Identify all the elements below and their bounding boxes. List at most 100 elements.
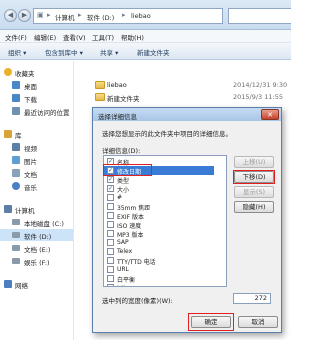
address-separator: ▸ (47, 11, 51, 19)
menu-file[interactable]: 文件(F) (5, 32, 27, 42)
network-icon (4, 280, 12, 288)
list-item[interactable]: ✓ 类型 (104, 175, 214, 185)
sidebar-item-downloads[interactable]: 下载 (0, 92, 73, 104)
choose-details-dialog: 选择详细信息 ✕ 选择您想显示的此文件夹中项目的详细信息。 详细信息(D): ✓… (92, 107, 282, 333)
list-item[interactable]: 白平衡 (104, 274, 214, 284)
file-name: 新建文件夹 (107, 95, 140, 103)
list-item[interactable]: MP3 版本 (104, 229, 214, 239)
annotation-move-down-box (233, 170, 275, 184)
menu-bar: 文件(F) 编辑(E) 查看(V) 工具(T) 帮助(H) (0, 30, 291, 43)
checkbox[interactable]: ✓ (107, 185, 114, 192)
sidebar-item-label: 最近访问的位置 (24, 109, 70, 117)
list-item-label: 版权 (117, 284, 129, 286)
picture-icon (12, 156, 20, 164)
checkbox[interactable] (107, 266, 114, 273)
sidebar-item-recent-places[interactable]: 最近访问的位置 (0, 105, 73, 117)
breadcrumb-computer[interactable]: 计算机 (55, 12, 75, 22)
list-item-label: Telex (117, 248, 133, 255)
sidebar-item-favorites[interactable]: 收藏夹 (0, 66, 73, 78)
column-width-label: 选中列的宽度(像素)(W): (102, 297, 173, 305)
dialog-title: 选择详细信息 (98, 113, 137, 121)
list-item[interactable]: # (104, 193, 214, 202)
checkbox[interactable] (107, 248, 114, 255)
list-item[interactable]: 新建文件夹 2015/9/3 11:55 (95, 92, 291, 103)
address-input[interactable]: ▣ ▸ 计算机 ▸ 软件 (D:) ▸ liebao (33, 8, 223, 24)
file-date: 2015/9/3 11:55 (233, 93, 283, 101)
list-item[interactable]: ✓ 大小 (104, 184, 214, 194)
recent-places-icon (12, 107, 20, 115)
include-in-library-button[interactable]: 包含到库中 ▾ (45, 47, 83, 57)
list-item[interactable]: SAP (104, 238, 214, 247)
folder-icon (95, 93, 105, 101)
menu-edit[interactable]: 编辑(E) (34, 32, 56, 42)
drive-icon (12, 245, 20, 251)
checkbox[interactable] (107, 194, 114, 201)
file-date: 2014/12/31 9:30 (233, 81, 288, 89)
sidebar-item-label: 本地磁盘 (C:) (24, 220, 64, 228)
sidebar-item-label: 下载 (24, 96, 37, 104)
cancel-button[interactable]: 取消 (238, 316, 278, 328)
sidebar-item-drive-c[interactable]: 本地磁盘 (C:) (0, 216, 73, 228)
list-item-label: URL (117, 266, 129, 273)
annotation-highlight-box (103, 164, 152, 176)
drive-icon (12, 219, 20, 225)
checkbox[interactable] (107, 257, 114, 264)
sidebar-item-libraries[interactable]: 库 (0, 128, 73, 140)
sidebar-item-drive-f[interactable]: 娱乐 (F:) (0, 255, 73, 267)
list-item[interactable]: 35mm 焦距 (104, 202, 214, 212)
hide-button[interactable]: 隐藏(H) (234, 201, 274, 213)
breadcrumb-folder[interactable]: liebao (131, 12, 151, 20)
sidebar-item-desktop[interactable]: 桌面 (0, 79, 73, 91)
sidebar-item-network[interactable]: 网络 (0, 278, 73, 290)
menu-tools[interactable]: 工具(T) (92, 32, 114, 42)
checkbox[interactable] (107, 221, 114, 228)
list-item[interactable]: Telex (104, 247, 214, 256)
checkbox[interactable] (107, 284, 114, 286)
list-item[interactable]: 版权 (104, 283, 214, 286)
sidebar-item-music[interactable]: 音乐 (0, 180, 73, 192)
move-up-button[interactable]: 上移(U) (234, 156, 274, 168)
command-bar: 组织 ▾ 包含到库中 ▾ 共享 ▾ 新建文件夹 (0, 43, 291, 60)
menu-help[interactable]: 帮助(H) (121, 32, 144, 42)
column-width-input[interactable]: 272 (233, 293, 271, 304)
checkbox[interactable] (107, 212, 114, 219)
checkbox[interactable] (107, 230, 114, 237)
breadcrumb-drive[interactable]: 软件 (D:) (87, 12, 114, 22)
list-item[interactable]: URL (104, 265, 214, 274)
sidebar-item-drive-d[interactable]: 软件 (D:) (0, 229, 73, 241)
show-button[interactable]: 显示(S) (234, 186, 274, 198)
checkbox[interactable] (107, 203, 114, 210)
new-folder-button[interactable]: 新建文件夹 (137, 47, 170, 57)
dialog-titlebar[interactable]: 选择详细信息 ✕ (93, 108, 281, 121)
list-item[interactable]: ISO 速度 (104, 220, 214, 230)
address-bar-area: ◀ ▶ ▣ ▸ 计算机 ▸ 软件 (D:) ▸ liebao (0, 0, 291, 30)
sidebar-item-documents[interactable]: 文档 (0, 167, 73, 179)
drive-icon (12, 232, 20, 238)
checkbox[interactable]: ✓ (107, 176, 114, 183)
sidebar-item-pictures[interactable]: 图片 (0, 154, 73, 166)
address-separator: ▸ (78, 11, 82, 19)
address-separator: ▸ (122, 11, 126, 19)
sidebar-item-drive-e[interactable]: 文档 (E:) (0, 242, 73, 254)
share-button[interactable]: 共享 ▾ (100, 47, 118, 57)
back-button[interactable]: ◀ (4, 9, 17, 22)
folder-icon: ▣ (37, 11, 44, 19)
forward-button[interactable]: ▶ (18, 9, 31, 22)
sidebar-item-label: 文档 (24, 171, 37, 179)
close-icon[interactable]: ✕ (261, 109, 279, 120)
list-item[interactable]: EXIF 版本 (104, 211, 214, 221)
organize-button[interactable]: 组织 ▾ (8, 47, 26, 57)
list-item[interactable]: TTY/TTD 电话 (104, 256, 214, 266)
dialog-description: 选择您想显示的此文件夹中项目的详细信息。 (102, 130, 232, 138)
search-input[interactable] (228, 8, 291, 24)
details-label: 详细信息(D): (102, 147, 141, 155)
checkbox[interactable] (107, 275, 114, 282)
sidebar-item-videos[interactable]: 视频 (0, 141, 73, 153)
sidebar-item-label: 音乐 (24, 184, 37, 192)
checkbox[interactable] (107, 239, 114, 246)
sidebar-item-computer[interactable]: 计算机 (0, 203, 73, 215)
sidebar-item-label: 网络 (15, 282, 28, 290)
navigation-pane: 收藏夹 桌面 下载 最近访问的位置 库 视频 图片 文档 音乐 计算机 本地磁盘… (0, 61, 74, 340)
list-item[interactable]: liebao 2014/12/31 9:30 (95, 80, 291, 91)
menu-view[interactable]: 查看(V) (63, 32, 86, 42)
